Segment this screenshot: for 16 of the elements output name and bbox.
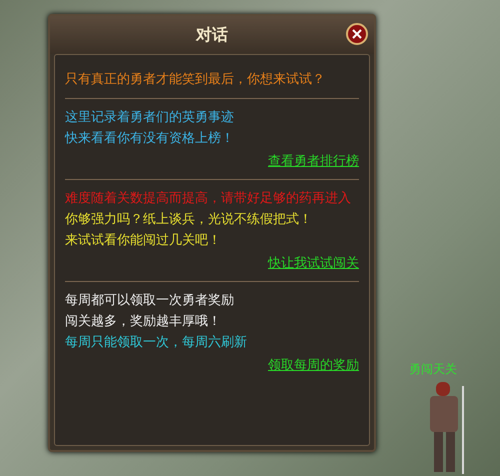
close-button[interactable] [346, 23, 368, 45]
dialog-text-line: 闯关越多，奖励越丰厚哦！ [65, 313, 222, 331]
npc-name-label: 勇闯天关 [409, 361, 457, 378]
dialog-text-line: 每周都可以领取一次勇者奖励 [65, 292, 235, 310]
dialog-text-line: 这里记录着勇者们的英勇事迹 [65, 109, 235, 127]
dialog-text-line: 你够强力吗？纸上谈兵，光说不练假把式！ [65, 211, 313, 229]
dialog-title: 对话 [196, 24, 228, 46]
dialog-text-line: 来试试看你能闯过几关吧！ [65, 232, 222, 250]
option-link[interactable]: 快让我试试闯关 [268, 255, 359, 273]
dialog-text-line: 难度随着关数提高而提高，请带好足够的药再进入 [65, 190, 352, 208]
option-link[interactable]: 领取每周的奖励 [268, 357, 359, 375]
dialog-text-line: 只有真正的勇者才能笑到最后，你想来试试？ [65, 71, 326, 89]
option-link[interactable]: 查看勇者排行榜 [268, 153, 359, 171]
dialog-text-line: 每周只能领取一次，每周六刷新 [65, 334, 248, 352]
dialog-text-line: 快来看看你有没有资格上榜！ [65, 130, 235, 148]
close-icon [352, 29, 362, 39]
